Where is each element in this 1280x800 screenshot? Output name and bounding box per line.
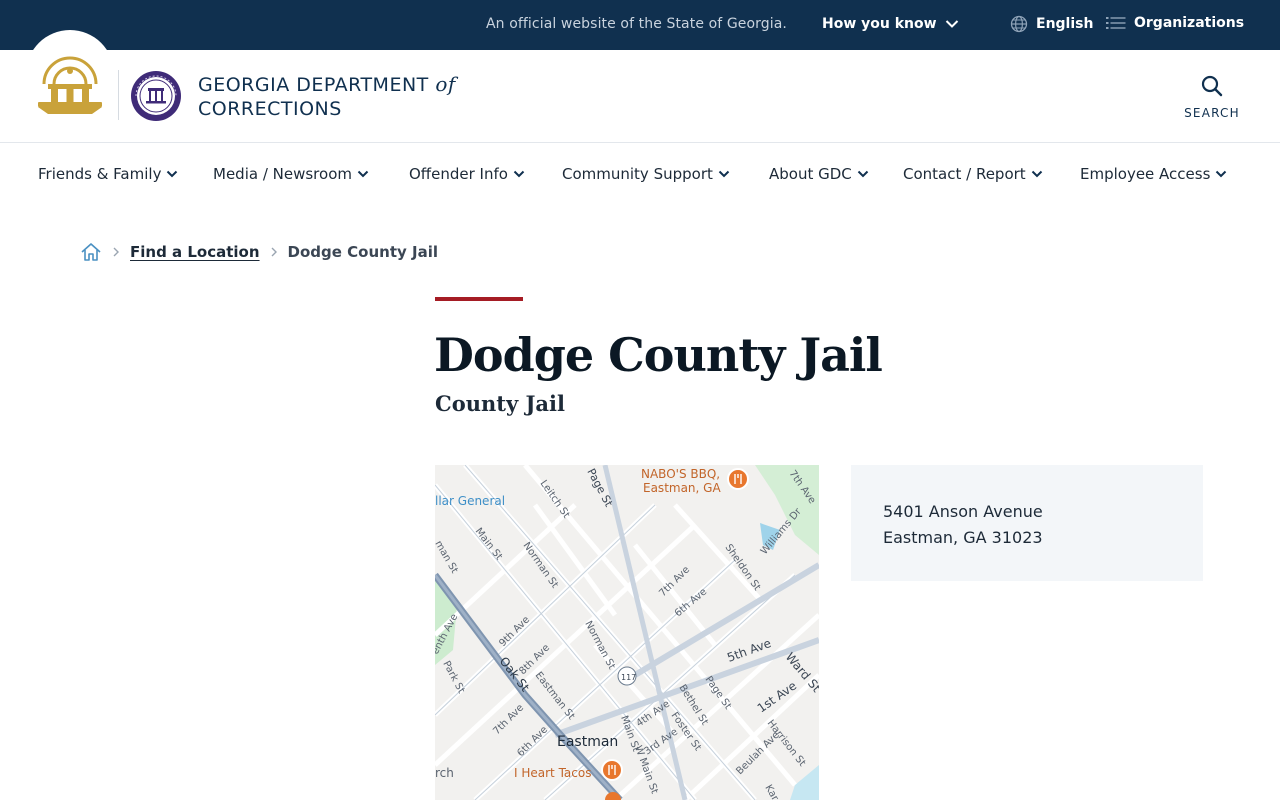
restaurant-pin-icon[interactable] (727, 468, 749, 490)
nav-item-label: Friends & Family (38, 165, 162, 183)
nav-item-label: Employee Access (1080, 165, 1211, 183)
map-label: NABO'S BBQ, (641, 467, 720, 481)
gdc-seal-logo[interactable] (130, 70, 182, 122)
nav-item-label: Offender Info (409, 165, 508, 183)
how-you-know-toggle[interactable]: How you know (822, 16, 959, 32)
nav-media-newsroom[interactable]: Media / Newsroom (213, 165, 369, 183)
chevron-right-icon (113, 247, 119, 257)
map-label: Eastman (557, 734, 618, 750)
chevron-down-icon (1031, 170, 1042, 178)
dept-name-line2: CORRECTIONS (198, 98, 342, 120)
nav-community-support[interactable]: Community Support (562, 165, 730, 183)
page-subtitle: County Jail (435, 391, 565, 416)
home-icon[interactable] (80, 241, 102, 263)
dept-name-line1: GEORGIA DEPARTMENT (198, 74, 429, 96)
list-icon (1106, 17, 1126, 29)
address-line2: Eastman, GA 31023 (883, 528, 1043, 547)
nav-about-gdc[interactable]: About GDC (769, 165, 869, 183)
site-header: GEORGIA DEPARTMENT of CORRECTIONS SEARCH (0, 30, 1280, 143)
map-label: Eastman, GA (643, 481, 721, 495)
title-accent-line (435, 297, 523, 301)
nav-employee-access[interactable]: Employee Access (1080, 165, 1227, 183)
map-label: 117 (621, 673, 636, 682)
breadcrumb: Find a Location Dodge County Jail (80, 241, 438, 263)
nav-friends-family[interactable]: Friends & Family (38, 165, 178, 183)
nav-contact-report[interactable]: Contact / Report (903, 165, 1043, 183)
chevron-down-icon (357, 170, 369, 178)
department-name[interactable]: GEORGIA DEPARTMENT of CORRECTIONS (198, 72, 456, 121)
main-navigation: Friends & Family Media / Newsroom Offend… (0, 143, 1280, 205)
organizations-label: Organizations (1134, 15, 1245, 31)
breadcrumb-current: Dodge County Jail (287, 243, 439, 261)
page-title: Dodge County Jail (434, 328, 883, 382)
address-card: 5401 Anson Avenue Eastman, GA 31023 (851, 465, 1203, 581)
nav-item-label: Community Support (562, 165, 713, 183)
chevron-down-icon (513, 170, 525, 178)
chevron-down-icon (167, 170, 178, 178)
logo-divider (118, 70, 119, 120)
dept-name-of: of (435, 72, 456, 96)
map-canvas[interactable]: NABO'S BBQ, Eastman, GA llar General Lei… (435, 465, 819, 800)
location-map[interactable]: NABO'S BBQ, Eastman, GA llar General Lei… (435, 465, 819, 800)
address-line1: 5401 Anson Avenue (883, 502, 1043, 521)
organizations-menu[interactable]: Organizations (1106, 15, 1244, 31)
nav-offender-info[interactable]: Offender Info (409, 165, 525, 183)
georgia-state-logo[interactable] (36, 40, 104, 116)
nav-item-label: About GDC (769, 165, 852, 183)
map-label: rch (435, 766, 454, 780)
official-banner: An official website of the State of Geor… (0, 0, 1280, 50)
map-label: llar General (435, 494, 505, 508)
language-label: English (1036, 16, 1094, 32)
restaurant-pin-icon[interactable] (601, 759, 623, 781)
chevron-right-icon (271, 247, 277, 257)
search-icon (1201, 75, 1223, 97)
nav-item-label: Contact / Report (903, 165, 1026, 183)
official-site-text: An official website of the State of Geor… (486, 16, 787, 32)
chevron-down-icon (718, 170, 730, 178)
nav-item-label: Media / Newsroom (213, 165, 352, 183)
chevron-down-icon (857, 170, 868, 178)
how-you-know-label: How you know (822, 16, 937, 32)
chevron-down-icon (1216, 170, 1227, 178)
breadcrumb-link-find-location[interactable]: Find a Location (130, 243, 260, 261)
globe-icon (1010, 15, 1028, 33)
chevron-down-icon (945, 20, 958, 28)
map-label: I Heart Tacos (514, 766, 591, 780)
search-label: SEARCH (1184, 106, 1240, 120)
search-button[interactable]: SEARCH (1180, 74, 1244, 120)
language-selector[interactable]: English (1010, 15, 1093, 33)
